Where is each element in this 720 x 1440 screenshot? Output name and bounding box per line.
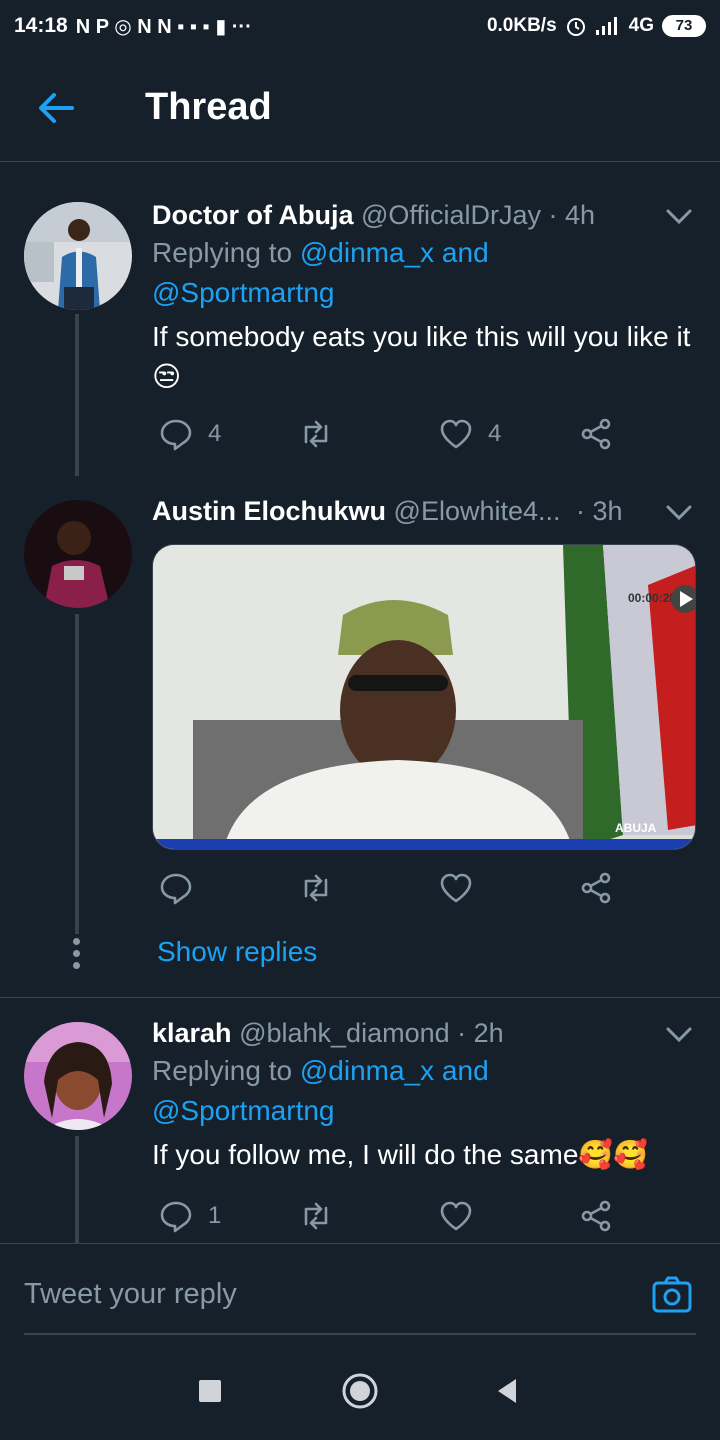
signal-icon: [595, 17, 617, 35]
video-location-overlay: ABUJA: [615, 821, 657, 835]
tweet-1[interactable]: Doctor of Abuja @OfficialDrJay · 4h Repl…: [0, 180, 720, 476]
share-icon: [581, 872, 611, 904]
reply-bar: Tweet your reply: [0, 1243, 720, 1343]
heart-icon: [440, 1201, 472, 1231]
net-speed: 0.0KB/s: [486, 15, 557, 36]
reply-icon: [160, 419, 192, 451]
network-type: 4G: [628, 15, 654, 36]
home-circle-icon[interactable]: [340, 1371, 380, 1411]
timestamp: · 4h: [548, 200, 596, 230]
screen: 14:18 N P ◎ N N ▪ ▪ ▪ ▮ ··· 0.0KB/s 4G 7…: [0, 0, 720, 1440]
chevron-down-icon[interactable]: [664, 502, 694, 522]
replying-to: Replying to @dinma_x and @Sportmartng: [152, 1051, 698, 1131]
system-nav-bar: [0, 1343, 720, 1440]
like-button[interactable]: 4: [438, 416, 501, 452]
retweet-icon: [304, 874, 328, 902]
thread-line: [75, 614, 79, 934]
page-title: Thread: [145, 86, 272, 128]
camera-icon[interactable]: [651, 1274, 693, 1316]
author-name[interactable]: klarah: [152, 1018, 232, 1048]
tweet-body: klarah @blahk_diamond · 2h Replying to @…: [152, 1018, 698, 1175]
tweet-meta: klarah @blahk_diamond · 2h: [152, 1018, 698, 1049]
share-button[interactable]: [578, 416, 614, 452]
avatar[interactable]: [24, 500, 132, 608]
thread-line: [75, 314, 79, 476]
reply-button[interactable]: 4: [158, 416, 221, 452]
reply-underline: [24, 1333, 696, 1335]
reply-button[interactable]: 1: [158, 1198, 221, 1234]
reply-count: 1: [208, 1202, 222, 1229]
timestamp: · 3h: [576, 496, 623, 526]
header: Thread: [0, 52, 720, 162]
tweet-3[interactable]: klarah @blahk_diamond · 2h Replying to @…: [0, 998, 720, 1243]
replying-label: Replying to: [152, 1055, 293, 1086]
and-label: and: [441, 237, 489, 268]
heart-icon: [440, 419, 472, 449]
share-icon: [581, 418, 611, 450]
tweet-2[interactable]: Austin Elochukwu @Elowhite4... · 3h 00:0…: [0, 476, 720, 996]
reply-count: 4: [208, 420, 222, 447]
chevron-down-icon[interactable]: [664, 1024, 694, 1044]
more-dots-icon: [73, 938, 81, 974]
reply-icon: [160, 873, 192, 905]
thread-line: [75, 1136, 79, 1243]
like-count: 4: [488, 420, 502, 447]
author-name[interactable]: Austin Elochukwu: [152, 496, 386, 526]
reply-icon: [160, 1201, 192, 1233]
like-button[interactable]: [438, 1198, 488, 1234]
recents-square-icon[interactable]: [190, 1371, 230, 1411]
video-timestamp-overlay: 00:00:28: [628, 591, 676, 605]
tweet-meta: Doctor of Abuja @OfficialDrJay · 4h: [152, 200, 698, 231]
chevron-down-icon[interactable]: [664, 206, 694, 226]
back-arrow-icon[interactable]: [34, 86, 78, 130]
replying-label: Replying to: [152, 237, 293, 268]
notification-icons: N P ◎ N N ▪ ▪ ▪ ▮ ···: [75, 15, 252, 38]
tweet-text: If you follow me, I will do the same🥰🥰: [152, 1139, 649, 1170]
status-bar: 14:18 N P ◎ N N ▪ ▪ ▪ ▮ ··· 0.0KB/s 4G 7…: [0, 0, 720, 52]
tweet-text: If somebody eats you like this will you …: [152, 321, 691, 392]
tweet-actions: [152, 870, 632, 910]
video-thumbnail: 00:00:28 ABUJA: [153, 545, 695, 849]
tweet-actions: 1: [152, 1198, 632, 1238]
media-video[interactable]: 00:00:28 ABUJA: [152, 544, 696, 850]
mention-link[interactable]: @dinma_x: [300, 1055, 434, 1086]
retweet-button[interactable]: [298, 416, 348, 452]
tweet-body: Austin Elochukwu @Elowhite4... · 3h: [152, 496, 698, 527]
author-handle[interactable]: @blahk_diamond: [239, 1018, 450, 1048]
timestamp: · 2h: [457, 1018, 504, 1048]
retweet-icon: [304, 420, 328, 448]
mention-link[interactable]: @Sportmartng: [152, 1095, 335, 1126]
alarm-icon: [566, 18, 585, 36]
author-name[interactable]: Doctor of Abuja: [152, 200, 354, 230]
like-button[interactable]: [438, 870, 488, 906]
share-button[interactable]: [578, 870, 614, 906]
tweet-meta: Austin Elochukwu @Elowhite4... · 3h: [152, 496, 698, 527]
share-button[interactable]: [578, 1198, 614, 1234]
heart-icon: [440, 873, 472, 903]
avatar[interactable]: [24, 202, 132, 310]
reply-button[interactable]: [158, 870, 208, 906]
retweet-button[interactable]: [298, 1198, 348, 1234]
replying-to: Replying to @dinma_x and @Sportmartng: [152, 233, 698, 313]
clock: 14:18: [14, 14, 68, 37]
retweet-icon: [304, 1202, 328, 1230]
author-handle[interactable]: @Elowhite4...: [394, 496, 561, 526]
tweet-actions: 4 4: [152, 416, 632, 456]
share-icon: [581, 1200, 611, 1232]
show-replies-link[interactable]: Show replies: [157, 936, 317, 968]
retweet-button[interactable]: [298, 870, 348, 906]
author-handle[interactable]: @OfficialDrJay: [361, 200, 541, 230]
mention-link[interactable]: @dinma_x: [300, 237, 434, 268]
tweet-reply-input[interactable]: Tweet your reply: [24, 1278, 237, 1311]
avatar[interactable]: [24, 1022, 132, 1130]
tweet-body: Doctor of Abuja @OfficialDrJay · 4h Repl…: [152, 200, 698, 397]
and-label: and: [441, 1055, 489, 1086]
battery-icon: 73: [662, 15, 706, 37]
back-triangle-icon[interactable]: [488, 1371, 528, 1411]
mention-link[interactable]: @Sportmartng: [152, 277, 335, 308]
